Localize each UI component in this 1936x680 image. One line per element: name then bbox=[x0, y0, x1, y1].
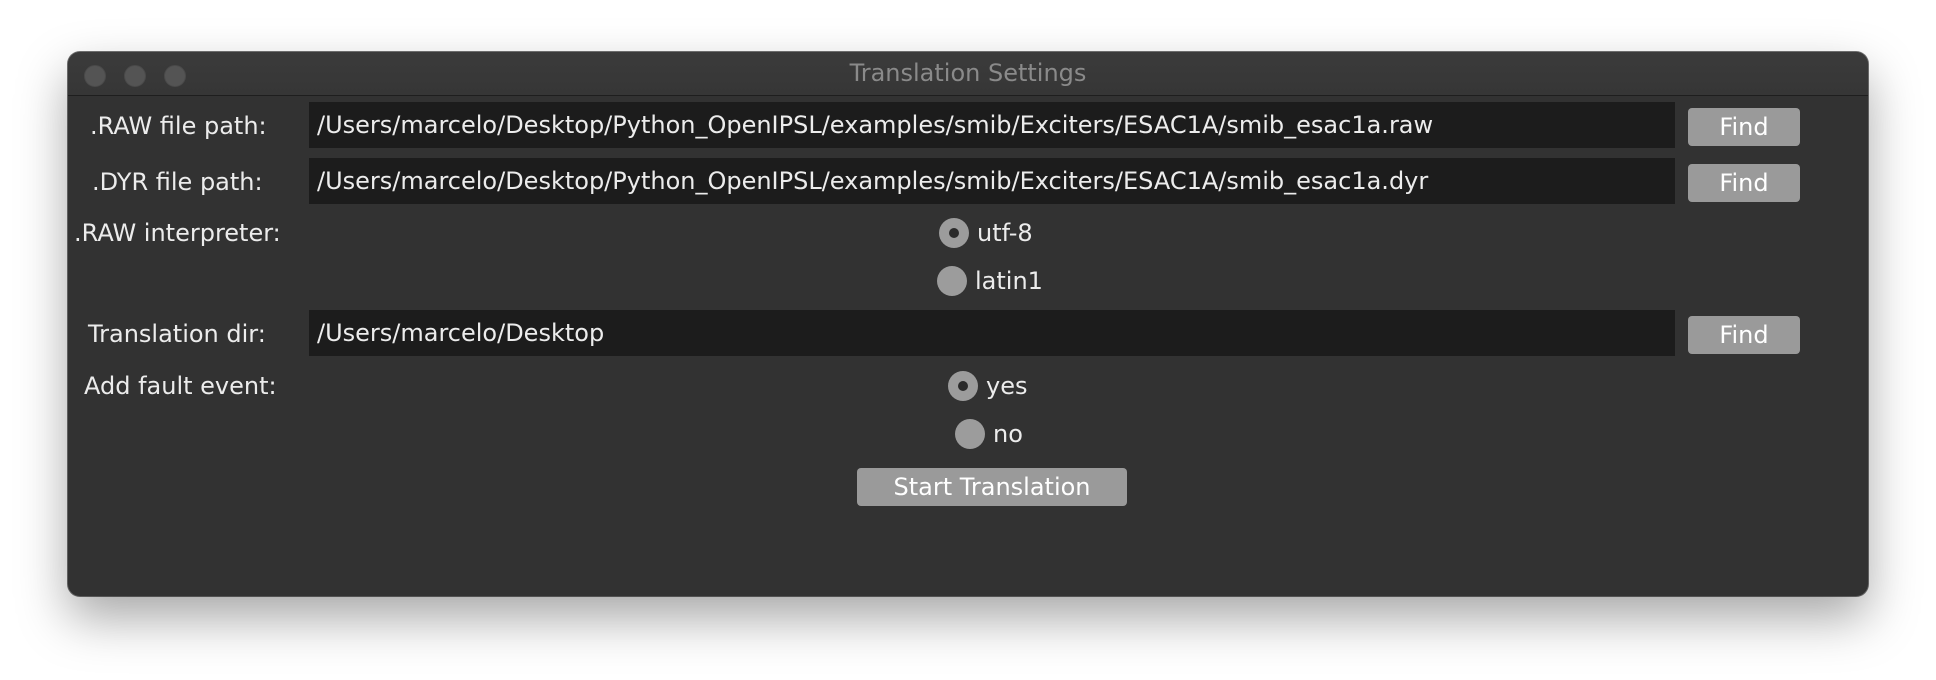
window-title: Translation Settings bbox=[849, 59, 1087, 87]
radio-latin1-label: latin1 bbox=[975, 267, 1043, 295]
title-bar[interactable]: Translation Settings bbox=[68, 52, 1868, 96]
radio-selected-indicator bbox=[939, 218, 969, 248]
raw-file-find-button[interactable]: Find bbox=[1688, 108, 1800, 146]
raw-file-label: .RAW file path: bbox=[90, 112, 267, 140]
translation-settings-window: Translation Settings .RAW file path: Fin… bbox=[68, 52, 1868, 596]
raw-interpreter-label: .RAW interpreter: bbox=[74, 219, 281, 247]
radio-unselected-indicator bbox=[937, 266, 967, 296]
radio-yes-label: yes bbox=[986, 372, 1028, 400]
radio-unselected-indicator bbox=[955, 419, 985, 449]
fault-event-label: Add fault event: bbox=[84, 372, 277, 400]
radio-no-label: no bbox=[993, 420, 1023, 448]
dyr-file-find-button[interactable]: Find bbox=[1688, 164, 1800, 202]
translation-dir-input[interactable] bbox=[309, 310, 1675, 356]
dyr-file-path-input[interactable] bbox=[309, 158, 1675, 204]
translation-dir-label: Translation dir: bbox=[88, 320, 266, 348]
raw-file-path-input[interactable] bbox=[309, 102, 1675, 148]
start-translation-button[interactable]: Start Translation bbox=[857, 468, 1127, 506]
translation-dir-find-button[interactable]: Find bbox=[1688, 316, 1800, 354]
radio-selected-indicator bbox=[948, 371, 978, 401]
dyr-file-label: .DYR file path: bbox=[92, 168, 263, 196]
radio-utf-8-label: utf-8 bbox=[977, 219, 1033, 247]
